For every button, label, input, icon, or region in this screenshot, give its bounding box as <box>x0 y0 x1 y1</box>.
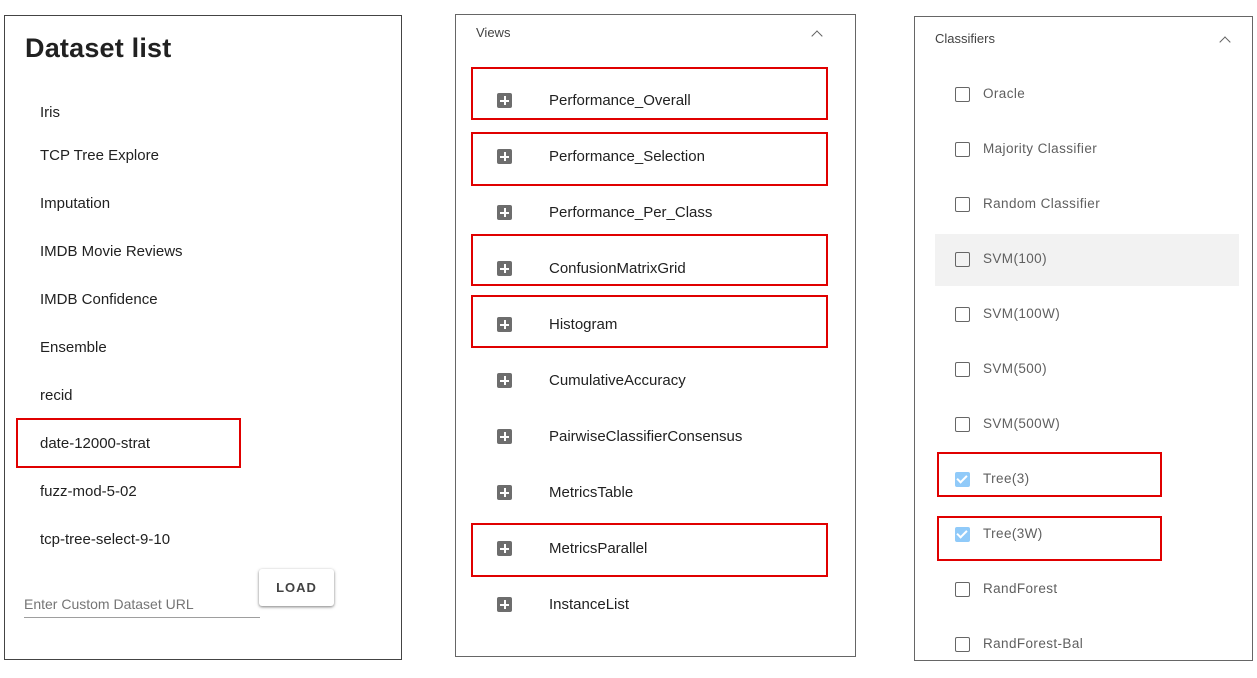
plus-icon[interactable] <box>497 485 512 500</box>
classifier-item[interactable]: RandForest-Bal <box>935 619 1239 660</box>
classifiers-panel: Classifiers Oracle Majority Classifier R… <box>914 16 1253 661</box>
plus-icon[interactable] <box>497 597 512 612</box>
checkbox-icon[interactable] <box>955 582 970 597</box>
views-title: Views <box>476 25 511 40</box>
checkbox-icon[interactable] <box>955 252 970 267</box>
view-item[interactable]: Histogram <box>456 304 855 344</box>
classifier-label: Oracle <box>983 86 1026 101</box>
custom-dataset-url-input[interactable] <box>24 584 260 618</box>
view-item-label: ConfusionMatrixGrid <box>549 260 686 277</box>
classifier-label: Tree(3) <box>983 471 1030 486</box>
view-item-label: CumulativeAccuracy <box>549 372 686 389</box>
checkbox-checked-icon[interactable] <box>955 472 970 487</box>
dataset-item[interactable]: Iris <box>40 104 60 121</box>
checkbox-icon[interactable] <box>955 307 970 322</box>
plus-icon[interactable] <box>497 429 512 444</box>
dataset-item[interactable]: IMDB Confidence <box>40 291 158 308</box>
view-item-label: PairwiseClassifierConsensus <box>549 428 743 445</box>
dataset-item[interactable]: Imputation <box>40 195 110 212</box>
dataset-list-title: Dataset list <box>25 33 172 63</box>
view-item[interactable]: Performance_Per_Class <box>456 192 855 232</box>
dataset-item[interactable]: TCP Tree Explore <box>40 147 159 164</box>
classifier-item[interactable]: SVM(500W) <box>935 399 1239 451</box>
dataset-item[interactable]: IMDB Movie Reviews <box>40 243 183 260</box>
view-item[interactable]: Performance_Overall <box>456 80 855 120</box>
plus-icon[interactable] <box>497 261 512 276</box>
view-item[interactable]: CumulativeAccuracy <box>456 360 855 400</box>
classifier-item[interactable]: Majority Classifier <box>935 124 1239 176</box>
dataset-item[interactable]: tcp-tree-select-9-10 <box>40 531 170 548</box>
checkbox-icon[interactable] <box>955 197 970 212</box>
plus-icon[interactable] <box>497 149 512 164</box>
dataset-list-panel: Dataset list Iris TCP Tree Explore Imput… <box>4 15 402 660</box>
checkbox-icon[interactable] <box>955 417 970 432</box>
view-item-label: MetricsTable <box>549 484 634 501</box>
dataset-item[interactable]: fuzz-mod-5-02 <box>40 483 137 500</box>
view-item-label: Performance_Overall <box>549 92 691 109</box>
plus-icon[interactable] <box>497 93 512 108</box>
load-button[interactable]: LOAD <box>259 569 334 606</box>
view-item-label: Histogram <box>549 316 618 333</box>
plus-icon[interactable] <box>497 205 512 220</box>
classifier-item[interactable]: Oracle <box>935 69 1239 121</box>
view-item[interactable]: MetricsParallel <box>456 528 855 568</box>
classifier-label: SVM(500) <box>983 361 1047 376</box>
dataset-item[interactable]: recid <box>40 387 73 404</box>
plus-icon[interactable] <box>497 317 512 332</box>
view-item[interactable]: Performance_Selection <box>456 136 855 176</box>
classifier-label: SVM(500W) <box>983 416 1061 431</box>
view-item[interactable]: PairwiseClassifierConsensus <box>456 416 855 456</box>
checkbox-checked-icon[interactable] <box>955 527 970 542</box>
checkbox-icon[interactable] <box>955 87 970 102</box>
dataset-item[interactable]: date-12000-strat <box>40 435 150 452</box>
view-item-label: MetricsParallel <box>549 540 648 557</box>
checkbox-icon[interactable] <box>955 637 970 652</box>
chevron-up-icon[interactable] <box>1219 36 1231 48</box>
classifier-item[interactable]: Tree(3W) <box>935 509 1239 561</box>
view-item[interactable]: ConfusionMatrixGrid <box>456 248 855 288</box>
dataset-item[interactable]: Ensemble <box>40 339 107 356</box>
plus-icon[interactable] <box>497 373 512 388</box>
classifier-label: Majority Classifier <box>983 141 1098 156</box>
plus-icon[interactable] <box>497 541 512 556</box>
classifier-label: SVM(100W) <box>983 306 1061 321</box>
checkbox-icon[interactable] <box>955 362 970 377</box>
view-item-label: Performance_Per_Class <box>549 204 713 221</box>
classifier-item[interactable]: SVM(100W) <box>935 289 1239 341</box>
classifiers-title: Classifiers <box>935 31 995 46</box>
classifier-item[interactable]: Random Classifier <box>935 179 1239 231</box>
classifier-item[interactable]: Tree(3) <box>935 454 1239 506</box>
view-item[interactable]: InstanceList <box>456 584 855 624</box>
chevron-up-icon[interactable] <box>811 30 823 42</box>
classifier-label: SVM(100) <box>983 251 1047 266</box>
classifier-label: Random Classifier <box>983 196 1101 211</box>
view-item[interactable]: MetricsTable <box>456 472 855 512</box>
views-panel: Views Performance_Overall Performance_Se… <box>455 14 856 657</box>
classifier-item[interactable]: SVM(100) <box>935 234 1239 286</box>
checkbox-icon[interactable] <box>955 142 970 157</box>
view-item-label: InstanceList <box>549 596 630 613</box>
classifier-label: RandForest <box>983 581 1058 596</box>
classifier-label: Tree(3W) <box>983 526 1043 541</box>
classifier-label: RandForest-Bal <box>983 636 1084 651</box>
classifier-item[interactable]: SVM(500) <box>935 344 1239 396</box>
classifier-item[interactable]: RandForest <box>935 564 1239 616</box>
view-item-label: Performance_Selection <box>549 148 705 165</box>
